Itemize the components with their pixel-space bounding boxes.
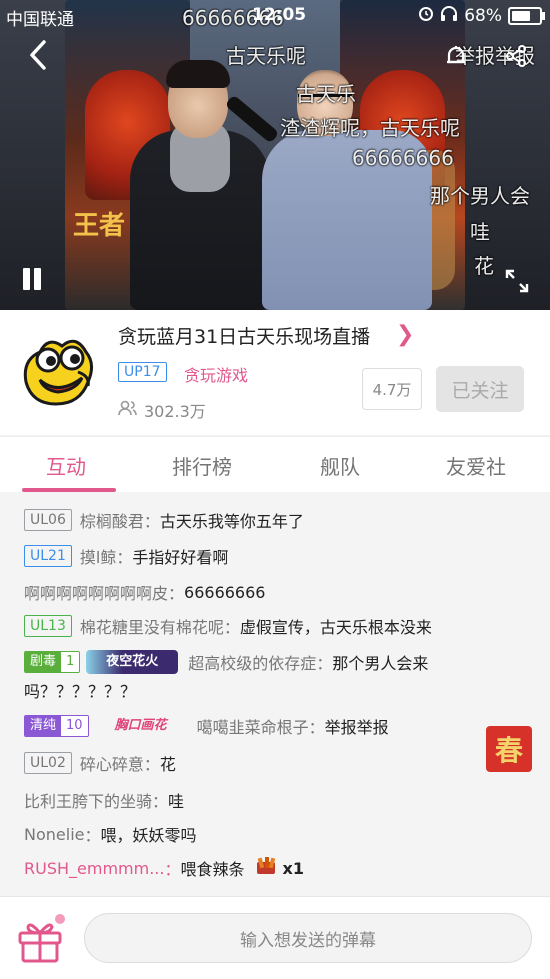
alarm-icon	[418, 5, 434, 26]
chat-text: 举报举报	[324, 718, 389, 737]
tab-fleet[interactable]: 舰队	[320, 451, 360, 480]
user-level-badge: UL21	[24, 545, 72, 567]
tab-bar: 互动 排行榜 舰队 友爱社	[0, 436, 550, 493]
chat-username[interactable]: 摸l鲸	[80, 544, 116, 568]
chat-message: UL13 棉花糖里没有棉花呢： 虚假宣传，古天乐根本没来	[24, 614, 432, 638]
danmaku-item: 古天乐	[296, 82, 356, 106]
fullscreen-icon[interactable]	[504, 268, 530, 294]
chat-username[interactable]: 超高校级的依存症	[188, 650, 316, 674]
video-player[interactable]: 王者 66666666 古天乐呢 古天乐 渣渣辉呢，古天乐呢 66666666 …	[0, 0, 550, 310]
fan-medal: 剧毒 1	[24, 651, 81, 673]
viewer-count: 302.3万	[118, 398, 206, 422]
chat-username[interactable]: 棉花糖里没有棉花呢	[80, 614, 224, 638]
chat-message: 剧毒 1 夜空花火 超高校级的依存症： 那个男人会来	[24, 650, 428, 674]
user-level-badge: UL06	[24, 509, 72, 531]
viewers-icon	[118, 400, 138, 420]
chat-message: 啊啊啊啊啊啊啊啊皮： 66666666	[24, 580, 265, 604]
chat-username[interactable]: 啊啊啊啊啊啊啊啊皮	[24, 580, 168, 604]
fan-medal-level: 10	[61, 716, 88, 736]
chat-text: 手指好好看啊	[132, 548, 229, 567]
tab-interaction[interactable]: 互动	[46, 451, 86, 480]
fan-medal-name: 剧毒	[25, 652, 62, 672]
room-info: 贪玩蓝月31日古天乐现场直播 ❯ UP17 贪玩游戏 302.3万 4.7万 已…	[0, 310, 550, 435]
danmaku-input[interactable]: 输入想发送的弹幕	[84, 913, 532, 963]
fan-medal: 清纯 10	[24, 715, 89, 737]
chat-username[interactable]: Nonelie	[24, 825, 84, 844]
danmaku-item: 66666666	[352, 146, 454, 170]
tab-fan-club[interactable]: 友爱社	[446, 451, 506, 480]
chat-username[interactable]: 棕榈酸君	[80, 508, 144, 532]
clock: 12:05	[252, 5, 307, 25]
danmaku-item: 古天乐呢	[226, 44, 306, 68]
gift-count: x1	[282, 858, 304, 878]
headphones-icon	[440, 5, 458, 26]
user-level-badge: UL13	[24, 615, 72, 637]
room-title[interactable]: 贪玩蓝月31日古天乐现场直播	[118, 322, 370, 349]
chat-username[interactable]: 噶噶韭菜命根子	[197, 714, 309, 738]
bottom-bar: 输入想发送的弹幕	[0, 896, 550, 979]
chat-message: 清纯 10 胸口画花 噶噶韭菜命根子： 举报举报	[24, 714, 389, 738]
back-icon[interactable]	[28, 40, 48, 76]
chat-text: 古天乐我等你五年了	[159, 512, 304, 531]
status-bar: 中国联通 12:05 68%	[0, 0, 550, 30]
user-level-badge: UL02	[24, 752, 72, 774]
chat-message: UL02 碎心碎意： 花	[24, 751, 176, 775]
pause-icon[interactable]	[20, 268, 46, 292]
chat-text: 66666666	[184, 582, 266, 602]
avatar[interactable]	[18, 330, 100, 412]
danmaku-item: 花	[474, 254, 494, 278]
danmaku-item: 渣渣辉呢，古天乐呢	[280, 116, 460, 140]
danmaku-item: 那个男人会	[430, 184, 530, 208]
fan-medal-name: 清纯	[25, 716, 62, 736]
chat-message: 比利王胯下的坐骑： 哇	[24, 788, 184, 812]
gift-item-icon	[255, 856, 277, 880]
carrier-label: 中国联通	[6, 10, 74, 30]
gift-message: RUSH_emmmm...： 喂食辣条 x1	[24, 856, 304, 880]
chat-username[interactable]: RUSH_emmmm...	[24, 859, 164, 878]
chat-list[interactable]: UL06 棕榈酸君： 古天乐我等你五年了 UL21 摸l鲸： 手指好好看啊 啊啊…	[0, 492, 550, 896]
chat-username[interactable]: 比利王胯下的坐骑	[24, 788, 152, 812]
title-badge: 夜空花火	[86, 650, 179, 674]
up-level-badge: UP17	[118, 362, 167, 382]
chat-text: 虚假宣传，古天乐根本没来	[239, 618, 432, 637]
chat-text: 花	[159, 755, 176, 774]
chat-text: 那个男人会来	[332, 654, 429, 673]
gift-icon[interactable]	[14, 913, 66, 965]
tab-ranking[interactable]: 排行榜	[172, 451, 232, 480]
chevron-right-icon[interactable]: ❯	[396, 322, 414, 347]
fan-medal-level: 1	[61, 652, 80, 672]
chat-text: 哇	[168, 792, 185, 811]
chat-username[interactable]: 碎心碎意	[80, 751, 144, 775]
notification-icon[interactable]	[444, 44, 468, 72]
chat-message: UL21 摸l鲸： 手指好好看啊	[24, 544, 228, 568]
share-icon[interactable]	[504, 44, 528, 72]
streamer-guest	[130, 60, 270, 310]
chat-message: UL06 棕榈酸君： 古天乐我等你五年了	[24, 508, 304, 532]
chat-text: 吗？？？？？？	[24, 682, 137, 701]
danmaku-item: 哇	[470, 220, 490, 244]
spring-festival-badge[interactable]: 春	[486, 726, 532, 772]
chat-message: Nonelie： 喂，妖妖零吗	[24, 822, 197, 846]
chat-text: 喂，妖妖零吗	[100, 826, 197, 845]
title-badge: 胸口画花	[114, 718, 167, 733]
follow-button[interactable]: 已关注	[436, 366, 524, 412]
chat-text: 喂食辣条	[180, 860, 245, 879]
room-category-link[interactable]: 贪玩游戏	[184, 362, 248, 386]
battery-percent: 68%	[464, 5, 502, 26]
chat-message-continued: 吗？？？？？？	[24, 678, 136, 702]
viewer-count-value: 302.3万	[144, 402, 206, 421]
battery-icon	[508, 6, 545, 25]
fans-count: 4.7万	[362, 368, 422, 410]
